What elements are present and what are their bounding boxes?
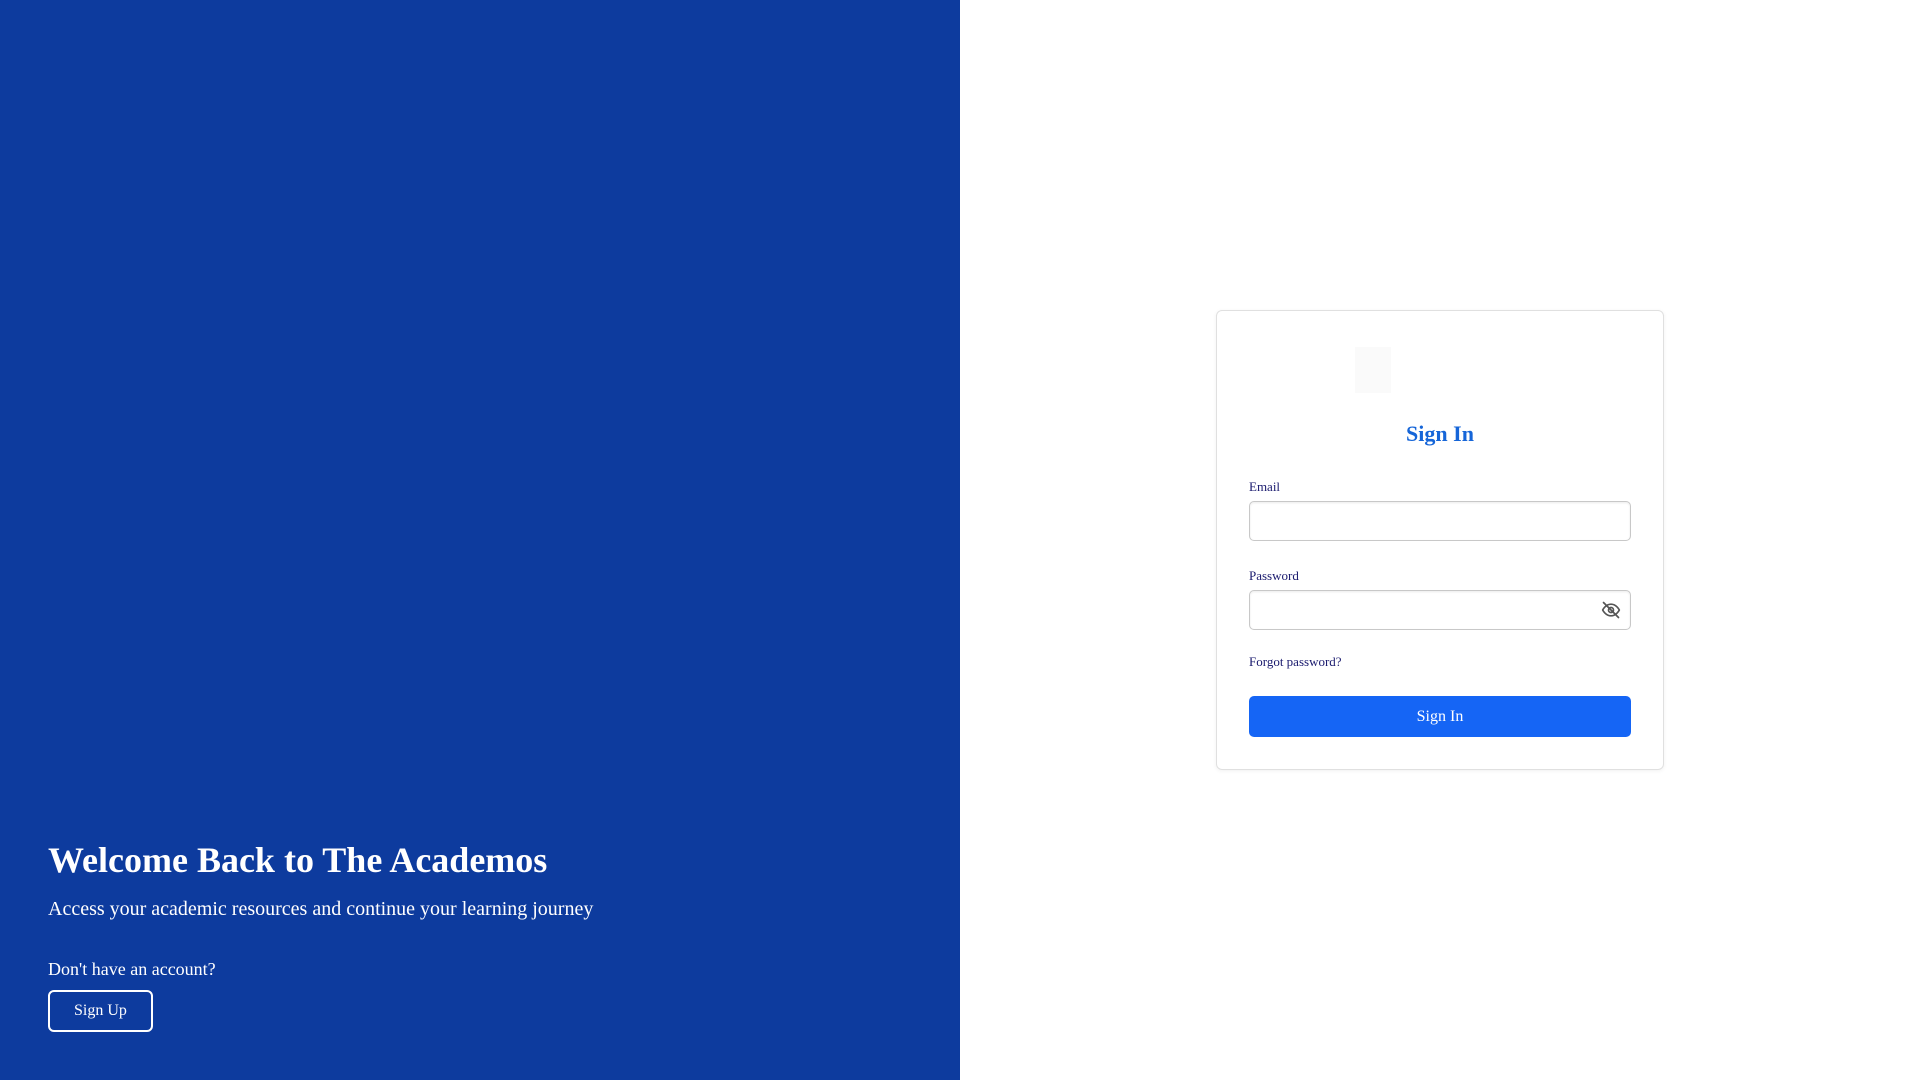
password-label: Password: [1249, 568, 1299, 583]
password-field[interactable]: [1249, 590, 1631, 630]
hero-content: Welcome Back to The Academos Access your…: [48, 839, 593, 1032]
email-label: Email: [1249, 479, 1281, 494]
forgot-password-link[interactable]: Forgot password?: [1249, 654, 1342, 670]
sign-in-button[interactable]: Sign In: [1249, 696, 1631, 737]
welcome-subtitle: Access your academic resources and conti…: [48, 898, 594, 920]
sign-in-title: Sign In: [1406, 421, 1474, 446]
page-layout: Welcome Back to The Academos Access your…: [0, 0, 1920, 1080]
eye-off-icon[interactable]: [1601, 600, 1621, 620]
sign-in-card: Sign In Email Password Forgot password? …: [1216, 310, 1664, 770]
welcome-title: Welcome Back to The Academos: [48, 839, 548, 880]
email-field[interactable]: [1249, 501, 1631, 541]
sign-up-button[interactable]: Sign Up: [48, 990, 153, 1032]
logo-image: [1355, 347, 1391, 393]
no-account-text: Don't have an account?: [48, 959, 216, 979]
hero-panel: Welcome Back to The Academos Access your…: [0, 0, 960, 1080]
form-panel: Sign In Email Password Forgot password? …: [960, 0, 1920, 1080]
